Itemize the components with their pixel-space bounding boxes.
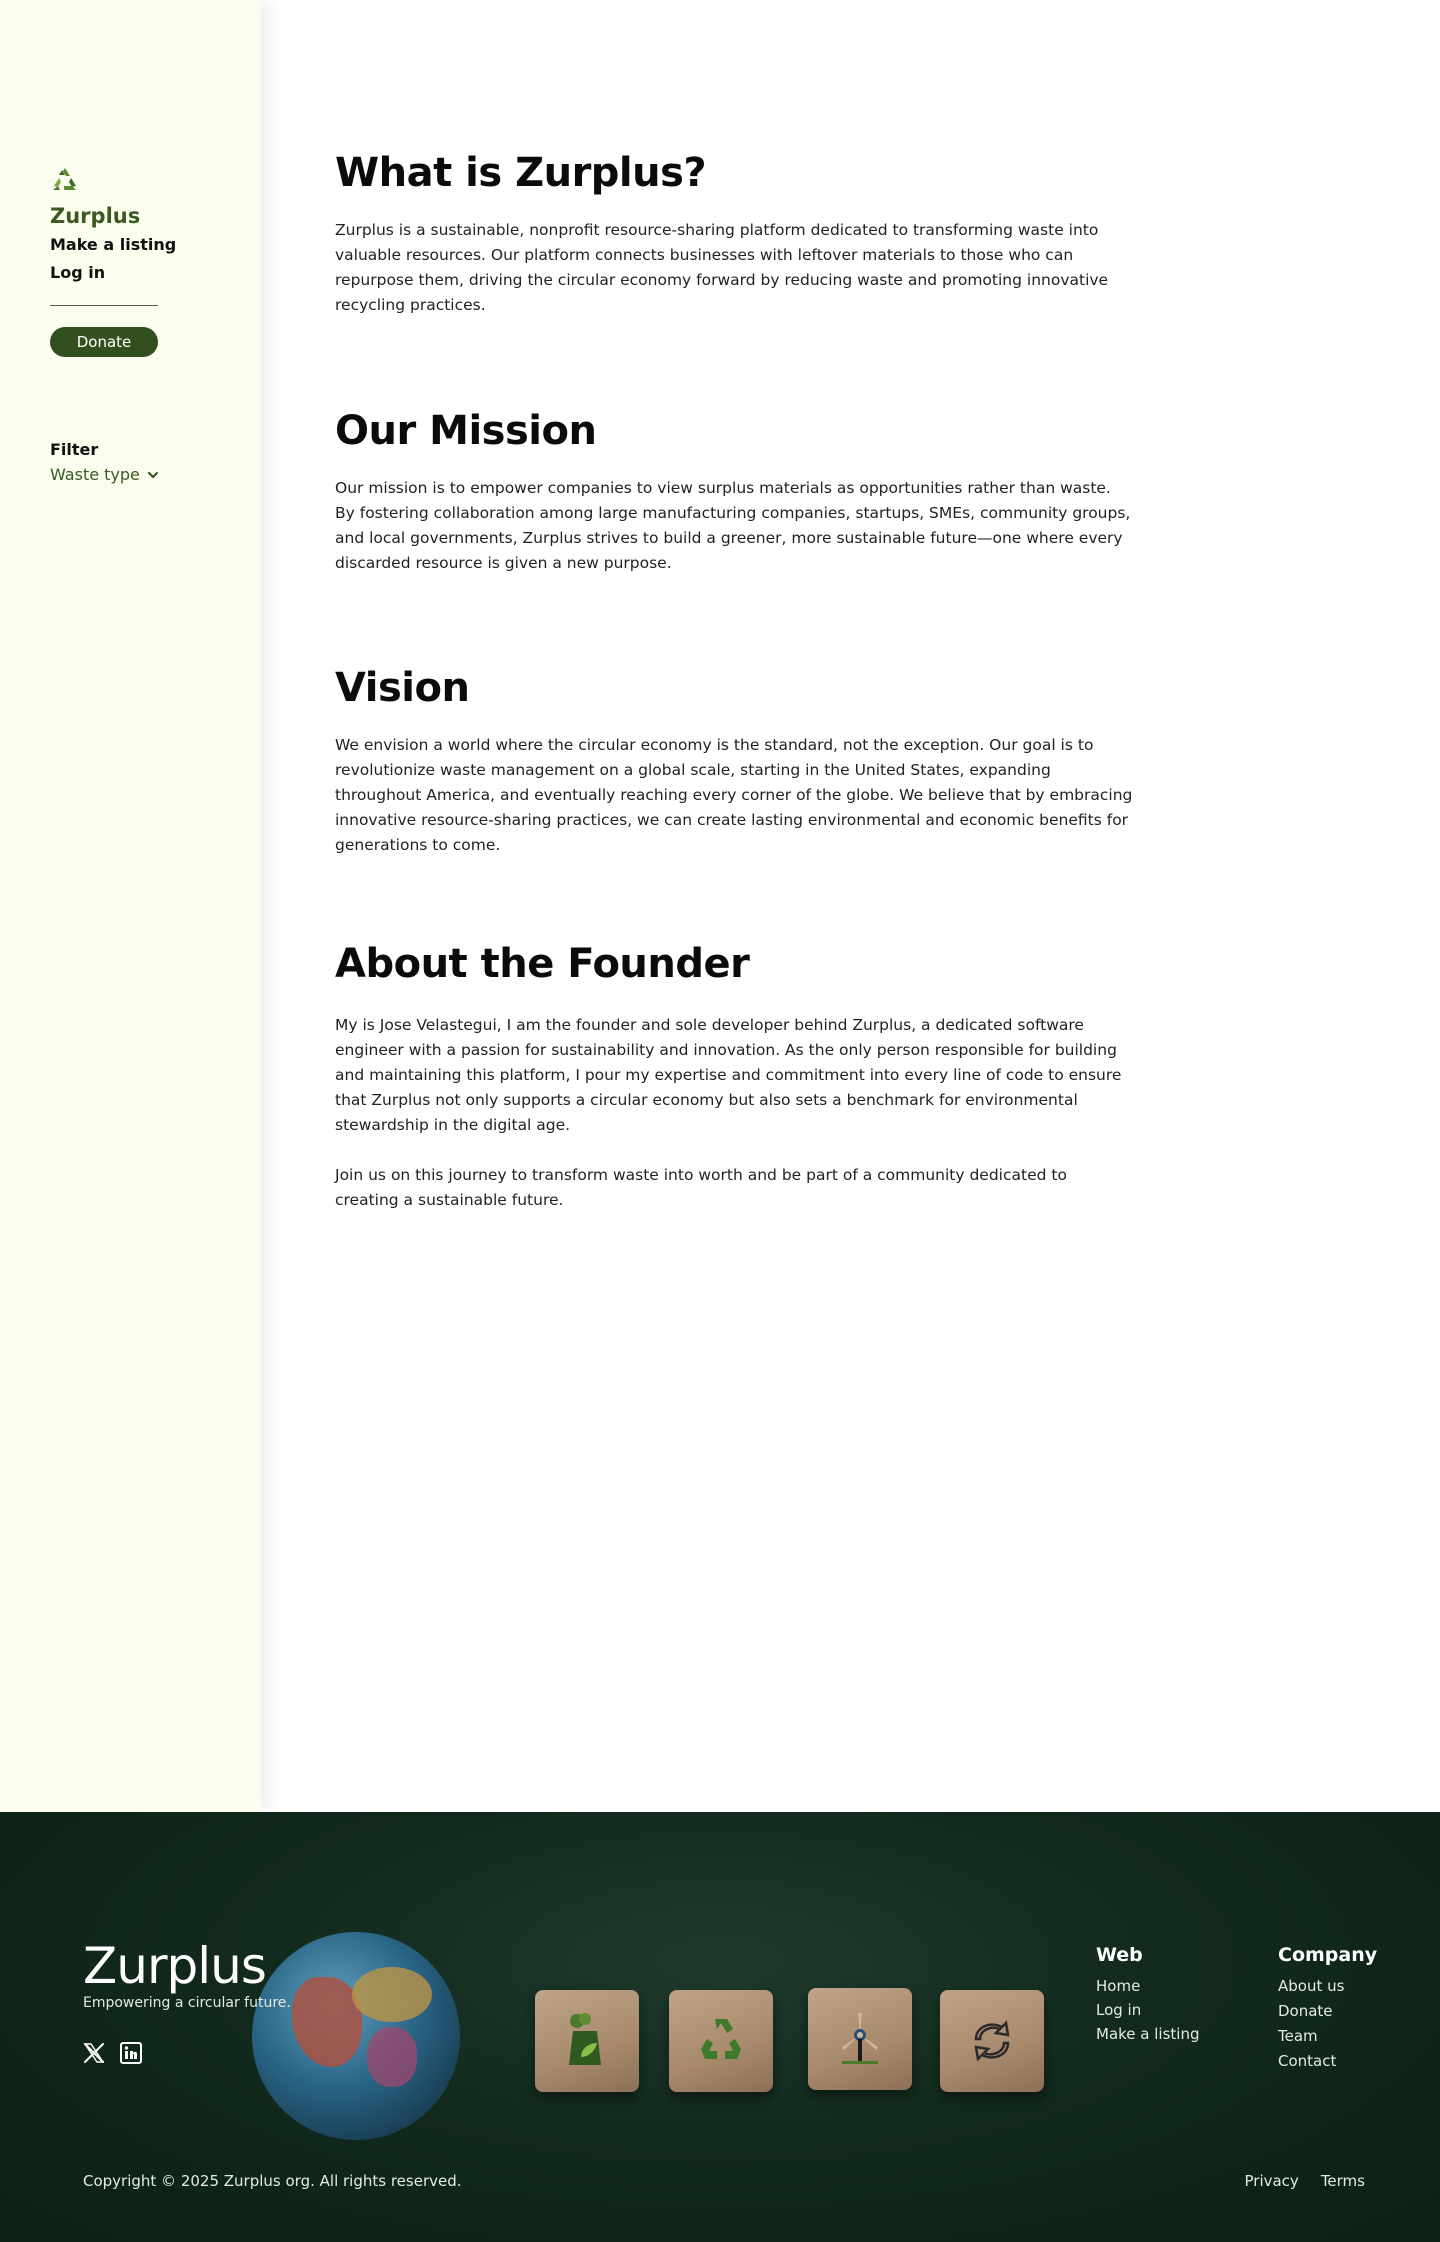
footer-company-column: Company About us Donate Team Contact: [1278, 1944, 1377, 2074]
section-paragraph: Join us on this journey to transform was…: [335, 1166, 1067, 1209]
vision-section: Vision We envision a world where the cir…: [335, 665, 1135, 858]
globe-icon: [252, 1932, 460, 2140]
footer-brand: Zurplus: [83, 1937, 267, 1995]
footer-web-heading: Web: [1096, 1944, 1143, 1966]
footer: Zurplus Empowering a circular future. We…: [0, 1812, 1440, 2242]
legal-links: Privacy Terms: [1245, 2172, 1366, 2190]
section-paragraph: We envision a world where the circular e…: [335, 736, 1133, 854]
x-icon[interactable]: [83, 2042, 105, 2064]
terms-link[interactable]: Terms: [1321, 2172, 1365, 2190]
footer-web-column: Web Home Log in Make a listing: [1096, 1944, 1199, 2046]
sidebar-divider: [50, 305, 158, 306]
section-title: About the Founder: [335, 941, 750, 987]
privacy-link[interactable]: Privacy: [1245, 2172, 1299, 2190]
footer-link-home[interactable]: Home: [1096, 1974, 1199, 1998]
linkedin-icon[interactable]: [120, 2042, 142, 2064]
section-paragraph: Zurplus is a sustainable, nonprofit reso…: [335, 221, 1109, 314]
founder-section: About the Founder My is Jose Velastegui,…: [335, 941, 1135, 1213]
make-listing-link[interactable]: Make a listing: [50, 235, 176, 254]
footer-link-about[interactable]: About us: [1278, 1974, 1377, 1999]
footer-link-team[interactable]: Team: [1278, 2024, 1377, 2049]
copyright-text: Copyright © 2025 Zurplus org. All rights…: [83, 2172, 462, 2190]
refresh-icon: [940, 1990, 1044, 2092]
recycle-icon: [53, 168, 76, 190]
what-is-section: What is Zurplus? Zurplus is a sustainabl…: [335, 150, 1135, 318]
section-title: Our Mission: [335, 408, 597, 454]
section-title: What is Zurplus?: [335, 150, 707, 196]
footer-company-heading: Company: [1278, 1944, 1378, 1966]
waste-type-dropdown[interactable]: Waste type: [50, 465, 160, 484]
footer-link-contact[interactable]: Contact: [1278, 2049, 1377, 2074]
section-title: Vision: [335, 665, 470, 711]
factory-icon: [535, 1990, 639, 2092]
filter-label: Filter: [50, 440, 99, 459]
sidebar: Zurplus Make a listing Log in Donate Fil…: [0, 0, 261, 1812]
sidebar-brand[interactable]: Zurplus: [50, 204, 140, 228]
footer-link-login[interactable]: Log in: [1096, 1998, 1199, 2022]
recycle-icon: [669, 1990, 773, 2092]
page: Zurplus Make a listing Log in Donate Fil…: [0, 0, 1440, 2242]
donate-button[interactable]: Donate: [50, 327, 158, 357]
waste-type-label: Waste type: [50, 465, 140, 484]
mission-section: Our Mission Our mission is to empower co…: [335, 408, 1135, 576]
section-paragraph: My is Jose Velastegui, I am the founder …: [335, 1016, 1122, 1134]
chevron-down-icon: [147, 471, 158, 478]
footer-link-donate[interactable]: Donate: [1278, 1999, 1377, 2024]
footer-link-make-listing[interactable]: Make a listing: [1096, 2022, 1199, 2046]
wind-turbine-icon: [808, 1988, 912, 2090]
login-link[interactable]: Log in: [50, 263, 105, 282]
section-paragraph: Our mission is to empower companies to v…: [335, 479, 1131, 572]
footer-tagline: Empowering a circular future.: [83, 1995, 291, 2011]
